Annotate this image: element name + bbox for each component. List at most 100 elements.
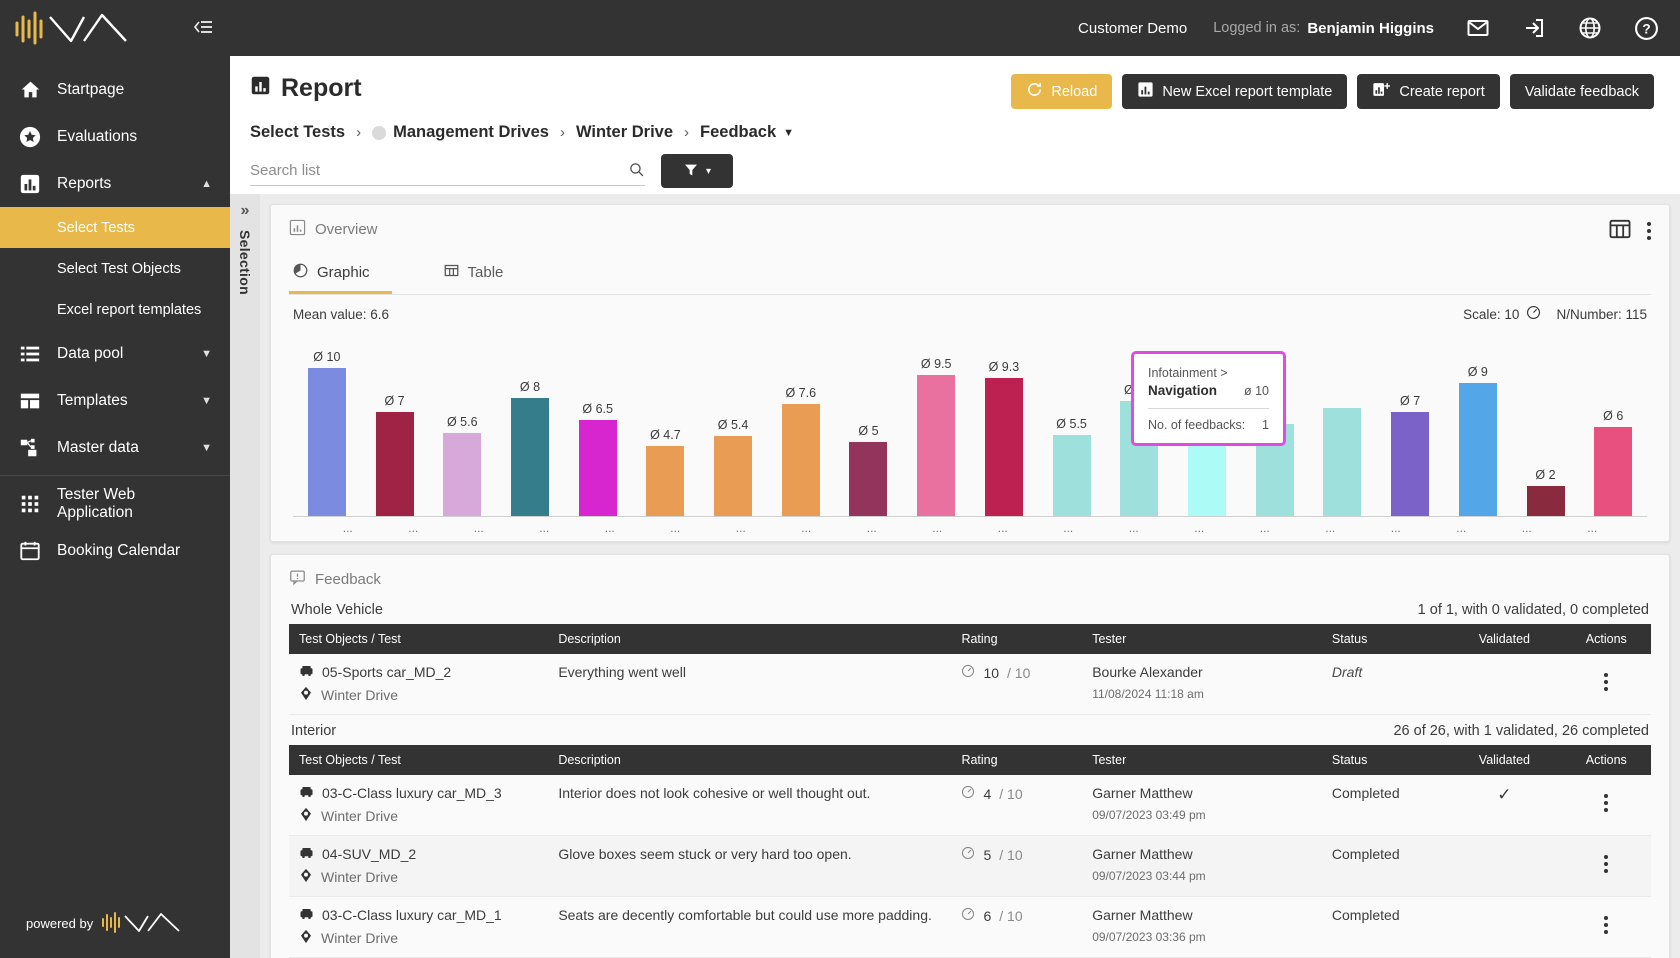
search-box[interactable]	[250, 156, 645, 186]
column-header[interactable]: Validated	[1447, 745, 1562, 775]
bar[interactable]	[714, 436, 753, 516]
table-columns-icon[interactable]	[1609, 219, 1631, 242]
column-header[interactable]: Actions	[1561, 624, 1651, 654]
bar[interactable]	[578, 420, 617, 516]
bar[interactable]	[1052, 435, 1091, 516]
sidebar-item-tester-web-application[interactable]: Tester Web Application	[0, 480, 230, 527]
breadcrumb-item-select-tests[interactable]: Select Tests	[250, 123, 345, 142]
new-excel-report-template-button[interactable]: New Excel report template	[1122, 74, 1348, 109]
create-report-button[interactable]: Create report	[1357, 74, 1500, 109]
x-tick-label: ...	[539, 521, 550, 535]
column-header[interactable]: Description	[548, 624, 952, 654]
breadcrumb-item-management-drives[interactable]: Management Drives	[372, 123, 549, 142]
sidebar-item-select-test-objects[interactable]: Select Test Objects	[0, 248, 230, 289]
filter-button[interactable]: ▾	[661, 154, 733, 188]
bar-column[interactable]	[1309, 345, 1377, 516]
bar-column[interactable]: Ø 8	[496, 345, 564, 516]
validate-feedback-button[interactable]: Validate feedback	[1509, 74, 1654, 109]
bar[interactable]	[917, 375, 956, 516]
table-row[interactable]: 04-SUV_MD_2 Winter Drive Glove boxes seem …	[289, 835, 1651, 897]
column-header[interactable]: Test Objects / Test	[289, 745, 549, 775]
sidebar-item-select-tests[interactable]: Select Tests	[0, 207, 230, 248]
bar[interactable]	[984, 378, 1023, 516]
bar[interactable]	[646, 446, 685, 516]
bar-column[interactable]: Ø 9.3	[970, 345, 1038, 516]
column-header[interactable]: Status	[1321, 624, 1448, 654]
bar-column[interactable]: Ø 10	[293, 345, 361, 516]
selection-rail[interactable]: » Selection	[230, 194, 260, 958]
bar[interactable]	[1526, 486, 1565, 516]
sidebar-item-booking-calendar[interactable]: Booking Calendar	[0, 527, 230, 574]
car-icon	[299, 664, 314, 680]
kebab-menu-icon[interactable]	[1604, 673, 1609, 691]
reload-button[interactable]: Reload	[1011, 74, 1113, 109]
feedback-group-name: Whole Vehicle	[291, 602, 383, 618]
cell-rating: 5 / 10	[951, 835, 1083, 897]
bar-column[interactable]: Ø 7	[361, 345, 429, 516]
bar[interactable]	[849, 442, 888, 516]
help-icon[interactable]: ?	[1618, 0, 1674, 56]
mail-icon[interactable]	[1450, 0, 1506, 56]
table-row[interactable]: 03-C-Class luxury car_MD_1 Winter Drive Se…	[289, 896, 1651, 958]
column-header[interactable]: Description	[548, 745, 952, 775]
globe-icon[interactable]	[1562, 0, 1618, 56]
bar-column[interactable]: Ø 5.6	[428, 345, 496, 516]
bar[interactable]	[510, 398, 549, 516]
sidebar-item-templates[interactable]: Templates ▼	[0, 377, 230, 424]
bar-column[interactable]: Ø 2	[1512, 345, 1580, 516]
bar[interactable]	[375, 412, 414, 516]
kebab-menu-icon[interactable]	[1604, 855, 1609, 873]
sidebar-item-reports[interactable]: Reports ▲	[0, 160, 230, 207]
bar[interactable]	[307, 368, 346, 516]
column-header[interactable]: Test Objects / Test	[289, 624, 549, 654]
bar-column[interactable]: Ø 5	[835, 345, 903, 516]
sidebar-item-data-pool[interactable]: Data pool ▼	[0, 330, 230, 377]
bar-column[interactable]: Ø 9.5	[902, 345, 970, 516]
breadcrumb-item-feedback[interactable]: Feedback ▼	[700, 123, 794, 142]
table-row[interactable]: 03-C-Class luxury car_MD_3 Winter Drive In…	[289, 775, 1651, 836]
sidebar-item-startpage[interactable]: Startpage	[0, 66, 230, 113]
x-tick-label: ...	[604, 521, 615, 535]
tab-table[interactable]: Table	[440, 254, 526, 294]
bar[interactable]	[1594, 427, 1633, 516]
column-header[interactable]: Rating	[951, 624, 1083, 654]
sidebar-item-master-data[interactable]: Master data ▼	[0, 424, 230, 471]
cell-rating: 10 / 10	[951, 654, 1083, 715]
logout-icon[interactable]	[1506, 0, 1562, 56]
bar[interactable]	[443, 433, 482, 516]
search-icon[interactable]	[628, 161, 645, 181]
column-header[interactable]: Actions	[1561, 745, 1651, 775]
column-header[interactable]: Status	[1321, 745, 1448, 775]
bar-column[interactable]: Ø 5.5	[1038, 345, 1106, 516]
bar[interactable]	[1391, 412, 1430, 516]
column-header[interactable]: Tester	[1082, 624, 1322, 654]
bar-column[interactable]: Ø 6.5	[564, 345, 632, 516]
kebab-menu-icon[interactable]	[1647, 221, 1651, 240]
kebab-menu-icon[interactable]	[1604, 916, 1609, 934]
search-input[interactable]	[250, 162, 628, 179]
tab-graphic[interactable]: Graphic	[289, 254, 392, 294]
table-row[interactable]: 05-Sports car_MD_2 Winter Drive Everything…	[289, 654, 1651, 715]
collapse-sidebar-icon[interactable]	[192, 18, 214, 39]
content-region: Report Reload New Excel report template …	[230, 56, 1680, 958]
bar-column[interactable]: Ø 9	[1444, 345, 1512, 516]
x-tick-label: ...	[1128, 521, 1139, 535]
sidebar-sub-label: Excel report templates	[57, 301, 202, 318]
breadcrumb-item-winter-drive[interactable]: Winter Drive	[576, 123, 673, 142]
column-header[interactable]: Validated	[1447, 624, 1562, 654]
kebab-menu-icon[interactable]	[1604, 794, 1609, 812]
bar-column[interactable]: Ø 7	[1376, 345, 1444, 516]
chevron-double-right-icon[interactable]: »	[241, 202, 250, 220]
bar-column[interactable]: Ø 7.6	[767, 345, 835, 516]
bar[interactable]	[1458, 383, 1497, 516]
bar[interactable]	[1323, 408, 1362, 516]
column-header[interactable]: Rating	[951, 745, 1083, 775]
rating-icon	[961, 907, 975, 924]
bar[interactable]	[781, 404, 820, 516]
column-header[interactable]: Tester	[1082, 745, 1322, 775]
bar-column[interactable]: Ø 4.7	[632, 345, 700, 516]
sidebar-item-excel-report-templates[interactable]: Excel report templates	[0, 289, 230, 330]
bar-column[interactable]: Ø 6	[1579, 345, 1647, 516]
sidebar-item-evaluations[interactable]: Evaluations	[0, 113, 230, 160]
bar-column[interactable]: Ø 5.4	[699, 345, 767, 516]
